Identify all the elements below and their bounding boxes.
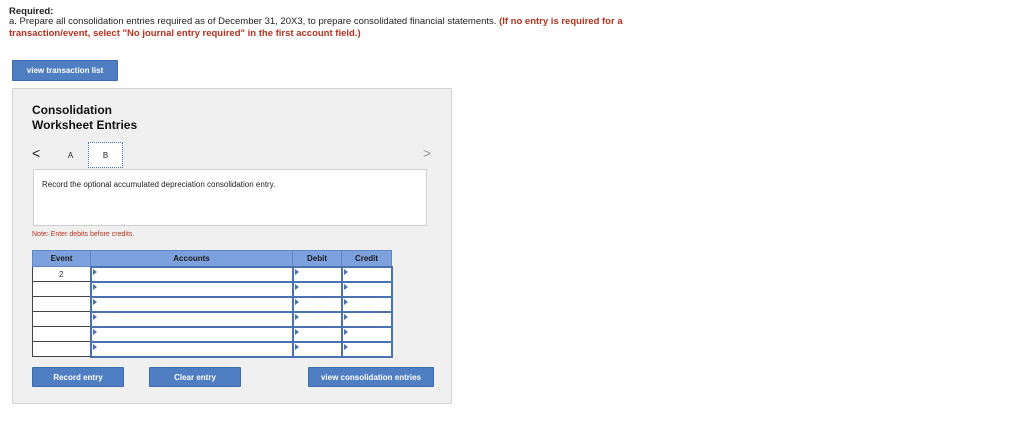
entry-description-box: Record the optional accumulated deprecia… — [33, 169, 427, 226]
note-text: Note: Enter debits before credits. — [32, 231, 135, 238]
journal-entry-table: Event Accounts Debit Credit 2 — [32, 250, 393, 358]
account-select[interactable] — [89, 265, 294, 283]
tab-b[interactable]: B — [88, 142, 123, 168]
dropdown-arrow-icon — [92, 313, 97, 320]
debit-input[interactable] — [291, 340, 343, 358]
credit-input[interactable] — [340, 325, 393, 343]
debit-input[interactable] — [291, 265, 343, 283]
column-header-accounts: Accounts — [90, 250, 293, 267]
credit-input[interactable] — [340, 310, 393, 328]
dropdown-arrow-icon — [294, 313, 299, 320]
event-cell — [32, 326, 91, 342]
event-cell: 2 — [32, 266, 91, 282]
debit-input[interactable] — [291, 295, 343, 313]
credit-input[interactable] — [340, 340, 393, 358]
table-row — [32, 295, 393, 313]
table-row — [32, 325, 393, 343]
event-cell — [32, 296, 91, 312]
debit-input[interactable] — [291, 310, 343, 328]
dropdown-arrow-icon — [343, 328, 348, 335]
chevron-right-icon[interactable]: > — [423, 145, 431, 161]
panel-title-line2: Worksheet Entries — [32, 118, 138, 132]
dropdown-arrow-icon — [92, 283, 97, 290]
consolidation-panel: Consolidation Worksheet Entries < A B > … — [12, 88, 452, 404]
table-row: 2 — [32, 265, 393, 283]
dropdown-arrow-icon — [294, 268, 299, 275]
column-header-credit: Credit — [341, 250, 392, 267]
credit-input[interactable] — [340, 295, 393, 313]
dropdown-arrow-icon — [343, 283, 348, 290]
event-cell — [32, 281, 91, 297]
credit-input[interactable] — [340, 265, 393, 283]
debit-input[interactable] — [291, 280, 343, 298]
dropdown-arrow-icon — [343, 298, 348, 305]
column-header-debit: Debit — [292, 250, 342, 267]
record-entry-button[interactable]: Record entry — [32, 367, 124, 387]
panel-title-line1: Consolidation — [32, 103, 112, 117]
panel-title: Consolidation Worksheet Entries — [32, 103, 137, 133]
account-select[interactable] — [89, 340, 294, 358]
dropdown-arrow-icon — [294, 283, 299, 290]
table-row — [32, 280, 393, 298]
dropdown-arrow-icon — [92, 268, 97, 275]
account-select[interactable] — [89, 280, 294, 298]
table-row — [32, 310, 393, 328]
dropdown-arrow-icon — [343, 313, 348, 320]
dropdown-arrow-icon — [92, 298, 97, 305]
tab-a[interactable]: A — [53, 142, 88, 168]
account-select[interactable] — [89, 310, 294, 328]
dropdown-arrow-icon — [294, 298, 299, 305]
column-header-event: Event — [32, 250, 91, 267]
chevron-left-icon[interactable]: < — [32, 145, 40, 161]
dropdown-arrow-icon — [92, 343, 97, 350]
view-transaction-list-button[interactable]: view transaction list — [12, 60, 118, 81]
dropdown-arrow-icon — [92, 328, 97, 335]
view-consolidation-entries-button[interactable]: view consolidation entries — [308, 367, 434, 387]
dropdown-arrow-icon — [294, 343, 299, 350]
event-cell — [32, 311, 91, 327]
table-row — [32, 340, 393, 358]
debit-input[interactable] — [291, 325, 343, 343]
entry-description: Record the optional accumulated deprecia… — [42, 180, 276, 189]
account-select[interactable] — [89, 295, 294, 313]
event-cell — [32, 341, 91, 357]
instructions: a. Prepare all consolidation entries req… — [9, 16, 649, 40]
dropdown-arrow-icon — [343, 268, 348, 275]
dropdown-arrow-icon — [343, 343, 348, 350]
instruction-text: a. Prepare all consolidation entries req… — [9, 16, 497, 27]
clear-entry-button[interactable]: Clear entry — [149, 367, 241, 387]
table-header-row: Event Accounts Debit Credit — [32, 250, 392, 267]
dropdown-arrow-icon — [294, 328, 299, 335]
credit-input[interactable] — [340, 280, 393, 298]
account-select[interactable] — [89, 325, 294, 343]
